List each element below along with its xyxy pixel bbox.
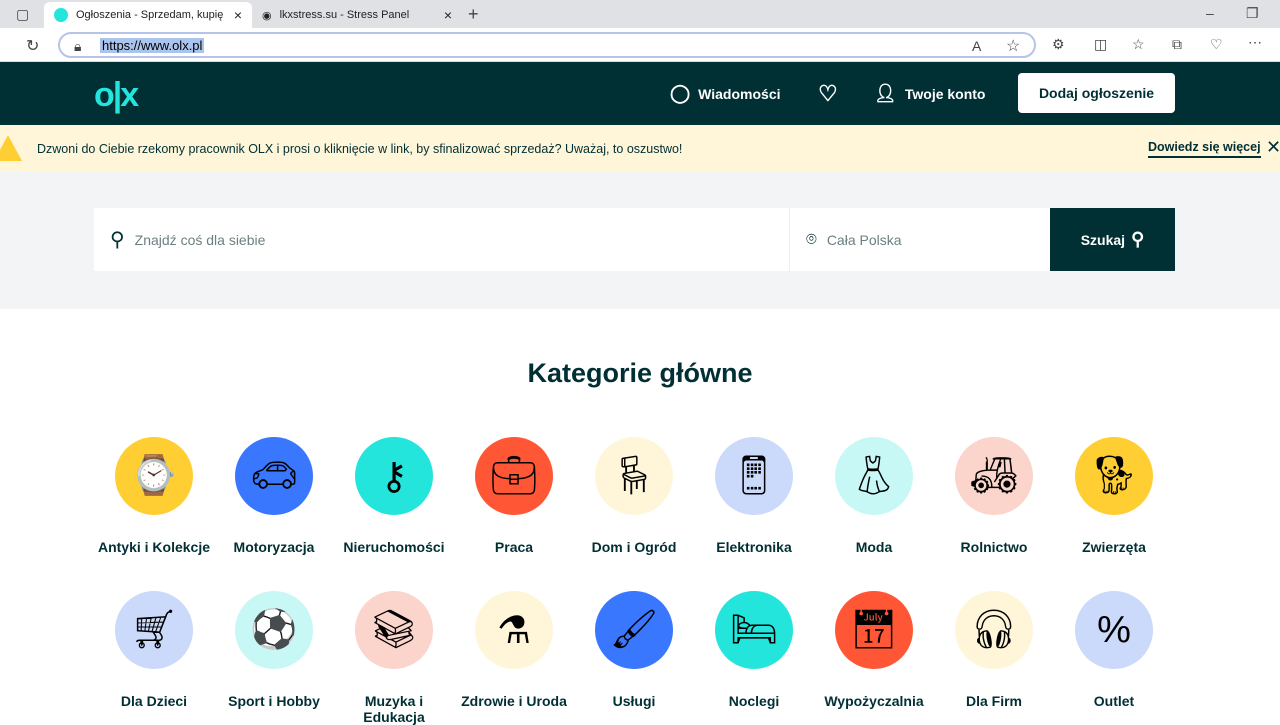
dress-icon: 👗︎ [835,437,913,515]
close-tab-icon[interactable]: × [444,7,452,23]
tractor-icon: 🚜︎ [955,437,1033,515]
refresh-icon[interactable]: ↻ [26,36,39,56]
category-item[interactable]: % Outlet [1054,591,1174,709]
category-label: Noclegi [728,693,780,709]
category-label: Sport i Hobby [228,693,320,709]
calendar-icon: 📅︎ [835,591,913,669]
headphones-icon: 🎧︎ [955,591,1033,669]
category-label: Moda [855,539,893,555]
new-tab-icon[interactable]: + [468,4,479,25]
search-button[interactable]: Szukaj ⚲ [1050,208,1175,271]
extensions-icon[interactable]: ⚙ [1052,36,1065,53]
search-icon: ⚲ [110,229,125,251]
dog-icon: 🐕︎ [1075,437,1153,515]
favorite-star-icon[interactable]: ☆ [1006,36,1020,56]
category-item[interactable]: 🪑︎ Dom i Ogród [574,437,694,555]
car-icon: 🚗︎ [235,437,313,515]
olx-logo[interactable]: o|x [94,76,139,115]
category-item[interactable]: ⚽ Sport i Hobby [214,591,334,709]
address-bar-row: ↻ 🔒︎ https://www.olx.pl A ☆ ⚙ ◫ ☆ ⧉ ♡ ⋯ [0,28,1280,62]
category-item[interactable]: 📱︎ Elektronika [694,437,814,555]
close-tab-icon[interactable]: × [234,7,242,23]
minimize-icon[interactable]: – [1206,5,1214,21]
category-item[interactable]: 📚︎ Muzyka i Edukacja [334,591,454,725]
category-item[interactable]: 🚗︎ Motoryzacja [214,437,334,555]
site-header: o|x ◯ Wiadomości ♡ 👤︎ Twoje konto Dodaj … [0,62,1280,125]
messages-link[interactable]: ◯ Wiadomości [670,62,781,125]
account-link[interactable]: 👤︎ Twoje konto [874,62,985,125]
category-label: Usługi [612,693,656,709]
price-tag-icon: % [1075,591,1153,669]
category-label: Antyki i Kolekcje [97,539,211,555]
add-listing-button[interactable]: Dodaj ogłoszenie [1018,73,1175,113]
bed-icon: 🛏︎ [715,591,793,669]
split-screen-icon[interactable]: ◫ [1094,36,1107,53]
category-label: Muzyka i Edukacja [363,693,425,725]
favorites-icon[interactable]: ☆ [1132,36,1145,53]
search-input[interactable]: ⚲ Znajdź coś dla siebie [94,208,789,271]
user-icon: 👤︎ [874,83,897,103]
search-area: ⚲ Znajdź coś dla siebie ⌾ Cała Polska Sz… [0,172,1280,309]
category-label: Praca [494,539,534,555]
tab-stress-panel[interactable]: ◉ lkxstress.su - Stress Panel × [252,2,462,28]
tab-olx[interactable]: Ogłoszenia - Sprzedam, kupię na × [44,2,252,28]
category-label: Dla Firm [965,693,1022,709]
category-label: Rolnictwo [960,539,1028,555]
category-item[interactable]: 💼︎ Praca [454,437,574,555]
key-icon: ⚷ [355,437,433,515]
category-item[interactable]: 🖌︎ Usługi [574,591,694,709]
soccer-ball-icon: ⚽ [235,591,313,669]
chat-icon: ◯ [670,83,691,103]
olx-favicon-icon [54,8,68,22]
favorites-heart-icon[interactable]: ♡ [818,62,838,125]
tab-actions-icon[interactable]: ▢ [16,6,29,23]
fraud-warning-banner: Dzwoni do Ciebie rzekomy pracownik OLX i… [0,125,1280,172]
category-item[interactable]: 🛏︎ Noclegi [694,591,814,709]
lock-icon[interactable]: 🔒︎ [74,38,81,55]
paint-roller-icon: 🖌︎ [595,591,673,669]
close-icon[interactable]: ✕ [1266,137,1280,158]
category-item[interactable]: 👗︎ Moda [814,437,934,555]
category-label: Outlet [1093,693,1135,709]
learn-more-link[interactable]: Dowiedz się więcej [1148,140,1261,158]
category-label: Nieruchomości [343,539,445,555]
category-item[interactable]: ⚷ Nieruchomości [334,437,454,555]
category-item[interactable]: ⚗ Zdrowie i Uroda [454,591,574,709]
category-item[interactable]: 📅︎ Wypożyczalnia [814,591,934,709]
category-item[interactable]: 🚜︎ Rolnictwo [934,437,1054,555]
browser-tab-bar: ▢ Ogłoszenia - Sprzedam, kupię na × ◉ lk… [0,0,1280,28]
category-label: Motoryzacja [233,539,315,555]
armchair-icon: 🪑︎ [595,437,673,515]
restore-icon[interactable]: ❐ [1246,5,1259,22]
category-item[interactable]: 🐕︎ Zwierzęta [1054,437,1174,555]
category-label: Dom i Ogród [591,539,677,555]
categories-title: Kategorie główne [527,358,753,388]
perfume-icon: ⚗ [475,591,553,669]
category-label: Elektronika [716,539,792,555]
more-icon[interactable]: ⋯ [1248,34,1262,51]
category-label: Dla Dzieci [120,693,188,709]
search-icon: ⚲ [1131,229,1145,249]
favicon-icon: ◉ [262,9,272,22]
browser-essentials-icon[interactable]: ♡ [1210,36,1223,53]
category-item[interactable]: ⌚ Antyki i Kolekcje [94,437,214,555]
category-item[interactable]: 🛒︎ Dla Dzieci [94,591,214,709]
collections-icon[interactable]: ⧉ [1172,36,1182,53]
category-label: Zdrowie i Uroda [461,693,567,709]
read-aloud-icon[interactable]: A [972,38,981,54]
pocket-watch-icon: ⌚ [115,437,193,515]
category-item[interactable]: 🎧︎ Dla Firm [934,591,1054,709]
books-icon: 📚︎ [355,591,433,669]
location-input[interactable]: ⌾ Cała Polska [789,208,1050,271]
stroller-icon: 🛒︎ [115,591,193,669]
smartphone-icon: 📱︎ [715,437,793,515]
warning-icon [0,135,22,161]
url-input[interactable]: 🔒︎ https://www.olx.pl A ☆ [58,32,1036,58]
category-label: Wypożyczalnia [824,693,924,709]
category-label: Zwierzęta [1082,539,1146,555]
briefcase-icon: 💼︎ [475,437,553,515]
location-pin-icon: ⌾ [806,229,817,249]
